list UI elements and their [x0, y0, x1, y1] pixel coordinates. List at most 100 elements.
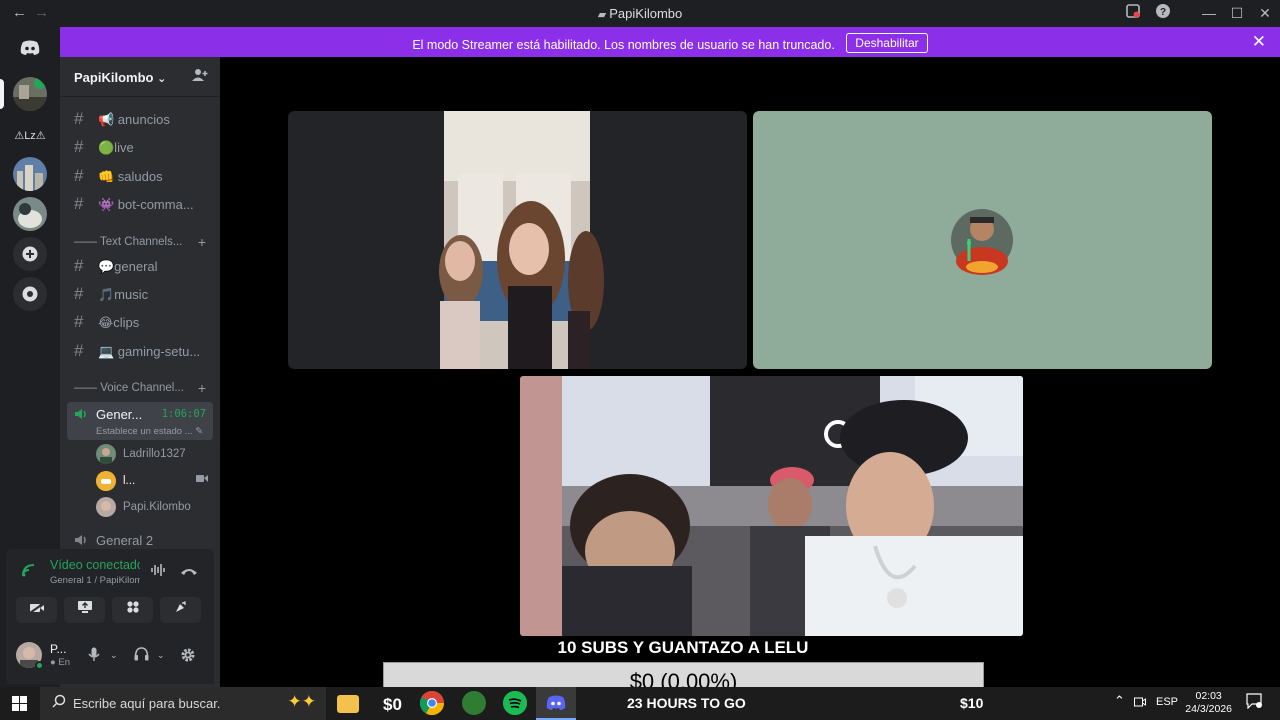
window-title-text: PapiKilombo — [609, 6, 683, 21]
online-status-dot — [35, 661, 44, 670]
hash-icon: # — [74, 341, 84, 360]
banner-message: El modo Streamer está habilitado. Los no… — [60, 33, 1280, 55]
settings-gear-icon[interactable] — [180, 647, 196, 666]
streamer-mode-banner: El modo Streamer está habilitado. Los no… — [60, 27, 1280, 57]
voice-channel-general-1[interactable]: Gener... 1:06:07 Establece un estado ...… — [67, 402, 213, 440]
avatar — [96, 497, 116, 517]
soundboard-button[interactable] — [160, 597, 201, 623]
voice-location-text[interactable]: General 1 / PapiKilombo — [50, 575, 140, 586]
channel-gaming-setup[interactable]: # 💻 gaming-setu... — [74, 339, 214, 365]
video-frame-3 — [520, 376, 1023, 636]
voice-timer: 1:06:07 — [161, 408, 206, 420]
user-status: ● En — [50, 657, 70, 668]
close-window-button[interactable]: ✕ — [1253, 3, 1277, 23]
chrome-icon[interactable] — [419, 691, 444, 716]
user-panel: P... ● En ⌄ ⌄ — [6, 629, 214, 684]
hash-icon: # — [74, 109, 84, 128]
inbox-icon[interactable] — [1121, 3, 1145, 23]
server-header[interactable]: PapiKilombo ⌄ — [60, 57, 220, 97]
taskbar-search[interactable]: Escribe aquí para buscar. ✦✦ — [40, 687, 326, 720]
microphone-icon[interactable] — [88, 647, 100, 665]
chevron-down-icon[interactable]: ⌄ — [110, 650, 118, 661]
camera-icon — [196, 474, 208, 486]
goal-title: 10 SUBS Y GUANTAZO A LELU — [557, 638, 809, 657]
window-title: ▰ PapiKilombo — [0, 6, 1280, 21]
channel-general[interactable]: # 💬general — [74, 254, 214, 280]
channel-music[interactable]: # 🎵music — [74, 282, 214, 308]
server-icon-city[interactable] — [13, 157, 47, 191]
voice-user-l[interactable]: l... — [96, 470, 216, 492]
banner-close-icon[interactable]: ✕ — [1252, 32, 1266, 52]
channel-label: 👊 saludos — [98, 169, 163, 184]
sparkle-icon: ✦✦ — [287, 692, 317, 711]
windows-taskbar: Escribe aquí para buscar. ✦✦ $0 23 HOURS… — [0, 687, 1280, 720]
channel-live[interactable]: # 🟢live — [74, 135, 214, 161]
channel-label: 👾 bot-comma... — [98, 197, 194, 212]
headphones-icon[interactable] — [134, 647, 149, 664]
video-frame-1 — [439, 111, 604, 369]
add-server-button[interactable] — [13, 237, 47, 271]
channel-clips[interactable]: # 😂clips — [74, 310, 214, 336]
toggle-camera-button[interactable] — [16, 597, 57, 623]
server-name: PapiKilombo ⌄ — [74, 70, 167, 85]
avatar — [96, 471, 116, 491]
activities-button[interactable] — [112, 597, 153, 623]
chevron-down-icon[interactable]: ⌄ — [157, 650, 165, 661]
channel-saludos[interactable]: # 👊 saludos — [74, 164, 214, 190]
discord-taskbar-icon[interactable] — [536, 687, 576, 720]
tray-expand-icon[interactable]: ⌃ — [1114, 693, 1125, 709]
voice-connection-panel: Vídeo conectado General 1 / PapiKilombo — [6, 549, 214, 629]
add-channel-icon[interactable]: + — [198, 234, 206, 250]
category-voice-channels[interactable]: —— Voice Channel... + — [74, 380, 214, 396]
user-name[interactable]: P... — [50, 642, 66, 656]
file-explorer-icon[interactable] — [337, 695, 359, 713]
category-text-channels[interactable]: —— Text Channels... + — [74, 234, 214, 250]
avatar-tile-bg — [753, 111, 1212, 369]
voice-status-text[interactable]: Establece un estado ... ✎ — [96, 426, 203, 437]
channel-label: General 2 — [96, 533, 154, 548]
taskbar-clock[interactable]: 02:03 24/3/2026 — [1185, 690, 1232, 716]
invite-people-icon[interactable] — [192, 68, 208, 85]
language-indicator[interactable]: ESP — [1156, 696, 1178, 708]
clock-time: 02:03 — [1195, 690, 1222, 702]
noise-suppression-icon[interactable] — [150, 563, 166, 580]
app-icon[interactable] — [462, 691, 486, 715]
windows-start-icon[interactable] — [12, 696, 27, 711]
share-screen-button[interactable] — [64, 597, 105, 623]
signal-icon[interactable] — [22, 563, 38, 580]
meet-now-icon[interactable] — [1134, 696, 1146, 711]
video-tile-1[interactable] — [288, 111, 747, 369]
maximize-button[interactable]: ☐ — [1225, 3, 1249, 23]
video-tile-3[interactable] — [520, 376, 1023, 636]
video-tile-2-avatar[interactable] — [753, 111, 1212, 369]
goal-current-amount: $0 — [383, 695, 402, 714]
disconnect-icon[interactable] — [180, 563, 198, 579]
chevron-down-icon: ⌄ — [157, 73, 167, 85]
hash-icon: # — [74, 194, 84, 213]
discord-home-icon[interactable] — [13, 31, 47, 65]
notification-icon[interactable] — [1246, 693, 1262, 712]
avatar — [96, 444, 116, 464]
minimize-button[interactable]: — — [1197, 3, 1221, 23]
channel-label: 🟢live — [98, 140, 134, 155]
server-icon-lz[interactable]: ⚠Lz⚠ — [13, 119, 47, 153]
voice-channel-name: Gener... — [96, 407, 143, 422]
voice-user-ladrillo[interactable]: Ladrillo1327 — [96, 443, 216, 465]
hash-icon: # — [74, 312, 84, 331]
channel-bot-commands[interactable]: # 👾 bot-comma... — [74, 192, 214, 218]
server-glyph-icon: ▰ — [597, 9, 610, 21]
spotify-icon[interactable] — [503, 691, 527, 715]
channel-label: 😂clips — [98, 315, 140, 330]
help-icon[interactable]: ? — [1151, 3, 1175, 23]
voice-user-papi-kilombo[interactable]: Papi.Kilombo — [96, 496, 216, 518]
discover-icon[interactable] — [13, 277, 47, 311]
channel-label: 💻 gaming-setu... — [98, 344, 201, 359]
disable-streamer-button[interactable]: Deshabilitar — [846, 33, 928, 53]
channel-label: 📢 anuncios — [98, 112, 170, 127]
channel-anuncios[interactable]: # 📢 anuncios — [74, 107, 214, 133]
title-bar: ← → ▰ PapiKilombo ? — ☐ ✕ — [0, 0, 1280, 27]
clock-date: 24/3/2026 — [1185, 703, 1232, 715]
server-icon-dog[interactable] — [13, 197, 47, 231]
add-channel-icon[interactable]: + — [198, 380, 206, 396]
server-icon-papikilombo[interactable] — [13, 77, 47, 111]
